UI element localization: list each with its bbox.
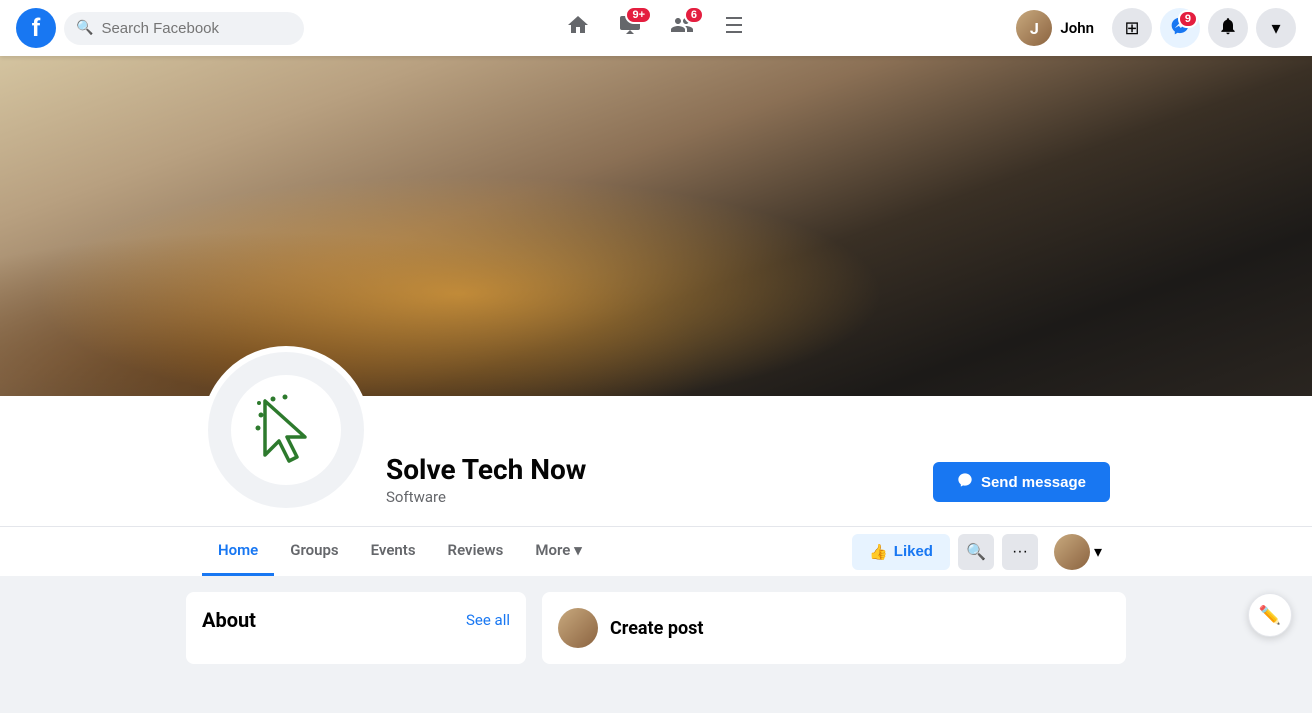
search-input[interactable] [101, 20, 292, 37]
friends-badge: 6 [684, 6, 704, 24]
friends-nav-button[interactable]: 6 [658, 4, 706, 52]
thumbs-up-icon: 👍 [869, 543, 888, 561]
profile-actions: Send message [933, 462, 1110, 514]
about-title: About [202, 608, 256, 632]
edit-post-button[interactable]: ✏️ [1248, 593, 1292, 637]
tab-dropdown-icon: ▾ [1094, 542, 1102, 561]
create-post-card: Create post [542, 592, 1126, 664]
send-message-button[interactable]: Send message [933, 462, 1110, 502]
messenger-badge: 9 [1178, 10, 1198, 28]
about-card: About See all [186, 592, 526, 664]
navbar-left: f 🔍 [16, 8, 304, 48]
navbar: f 🔍 9+ 6 [0, 0, 1312, 56]
tabs-section: Home Groups Events Reviews More ▾ 👍 Like… [0, 526, 1312, 576]
messenger-small-icon [957, 472, 973, 492]
bell-icon [1218, 16, 1238, 41]
marketplace-nav-button[interactable] [710, 4, 758, 52]
page-name: Solve Tech Now [386, 453, 917, 486]
liked-button[interactable]: 👍 Liked [852, 534, 950, 570]
user-name: John [1060, 19, 1094, 37]
search-bar-container: 🔍 [64, 12, 304, 45]
user-tab-chip[interactable]: ▾ [1046, 530, 1110, 574]
bottom-section: About See all Create post [0, 576, 1312, 680]
navbar-center: 9+ 6 [554, 4, 758, 52]
ellipsis-icon: ··· [1012, 543, 1028, 561]
create-post-title[interactable]: Create post [610, 618, 703, 639]
edit-icon: ✏️ [1259, 605, 1281, 626]
chevron-down-icon: ▾ [574, 541, 582, 559]
user-tab-avatar [1054, 534, 1090, 570]
profile-section: Solve Tech Now Software Send message [0, 396, 1312, 526]
more-options-button[interactable]: ··· [1002, 534, 1038, 570]
account-dropdown-button[interactable]: ▾ [1256, 8, 1296, 48]
chevron-down-icon: ▾ [1271, 18, 1280, 39]
watch-nav-button[interactable]: 9+ [606, 4, 654, 52]
home-nav-button[interactable] [554, 4, 602, 52]
cover-photo [0, 56, 1312, 396]
navbar-right: J John ⊞ 9 ▾ [1006, 4, 1296, 52]
create-post-avatar [558, 608, 598, 648]
marketplace-icon [722, 13, 746, 43]
search-icon: 🔍 [966, 542, 986, 562]
messenger-button[interactable]: 9 [1160, 8, 1200, 48]
grid-icon: ⊞ [1124, 18, 1139, 39]
main-content: Solve Tech Now Software Send message Hom… [0, 56, 1312, 680]
user-profile-chip[interactable]: J John [1006, 4, 1104, 52]
avatar: J [1016, 10, 1052, 46]
app-menu-button[interactable]: ⊞ [1112, 8, 1152, 48]
profile-inner: Solve Tech Now Software Send message [186, 396, 1126, 526]
search-icon: 🔍 [76, 20, 93, 36]
notifications-button[interactable] [1208, 8, 1248, 48]
tabs-left: Home Groups Events Reviews More ▾ [202, 527, 598, 576]
home-icon [566, 13, 590, 43]
tab-groups[interactable]: Groups [274, 527, 354, 576]
tab-more[interactable]: More ▾ [519, 527, 597, 576]
page-search-button[interactable]: 🔍 [958, 534, 994, 570]
tab-reviews[interactable]: Reviews [432, 527, 520, 576]
tab-home[interactable]: Home [202, 527, 274, 576]
profile-info: Solve Tech Now Software [386, 453, 917, 514]
watch-badge: 9+ [625, 6, 652, 24]
facebook-logo[interactable]: f [16, 8, 56, 48]
bottom-inner: About See all Create post [186, 592, 1126, 664]
tabs-inner: Home Groups Events Reviews More ▾ 👍 Like… [186, 527, 1126, 576]
see-all-link[interactable]: See all [466, 611, 510, 629]
tab-events[interactable]: Events [355, 527, 432, 576]
about-header: About See all [202, 608, 510, 632]
tabs-right: 👍 Liked 🔍 ··· ▾ [852, 530, 1110, 574]
page-category: Software [386, 488, 917, 506]
